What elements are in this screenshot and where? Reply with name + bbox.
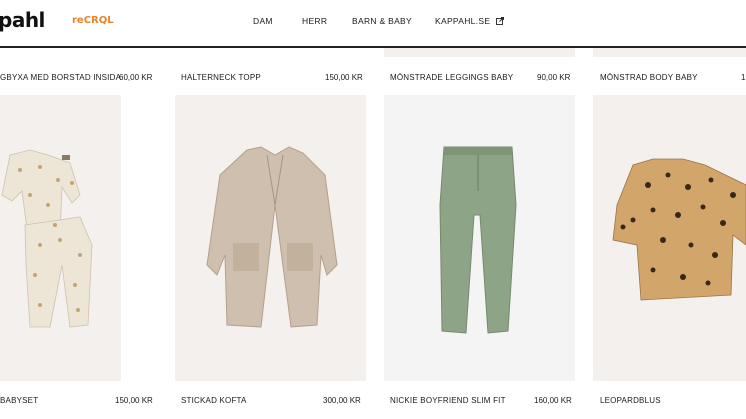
product-name[interactable]: STICKAD KOFTA	[181, 396, 247, 405]
product-name[interactable]: MÖNSTRAD BODY BABY	[600, 73, 698, 82]
product-price: 150,00 KR	[115, 396, 153, 405]
product-price: 60,00 KR	[119, 73, 153, 82]
nav-barn-baby[interactable]: BARN & BABY	[352, 16, 412, 26]
product-name[interactable]: LEOPARDBLUS	[600, 396, 661, 405]
product-name[interactable]: GBYXA MED BORSTAD INSIDA	[0, 73, 121, 82]
product-image[interactable]	[0, 95, 121, 381]
cardigan-image	[206, 146, 338, 328]
nav-herr[interactable]: HERR	[302, 16, 327, 26]
product-image[interactable]	[384, 95, 575, 381]
product-name[interactable]: BABYSET	[0, 396, 38, 405]
product-price: 1	[741, 73, 746, 82]
logo-recral[interactable]: reCRQL	[72, 15, 114, 26]
product-price: 160,00 KR	[534, 396, 572, 405]
product-image[interactable]	[593, 95, 746, 381]
trousers-image	[439, 146, 517, 334]
site-header: pahl reCRQL DAM HERR BARN & BABY KAPPAHL…	[0, 0, 746, 48]
nav-kappahl-label: KAPPAHL.SE	[435, 16, 491, 26]
babyset-image	[1, 149, 93, 328]
product-name[interactable]: MÖNSTRADE LEGGINGS BABY	[390, 73, 513, 82]
product-price: 90,00 KR	[537, 73, 571, 82]
product-image[interactable]	[175, 95, 366, 381]
nav-kappahl[interactable]: KAPPAHL.SE	[435, 16, 505, 27]
logo[interactable]: pahl	[0, 8, 45, 32]
product-price: 300,00 KR	[323, 396, 361, 405]
product-name[interactable]: NICKIE BOYFRIEND SLIM FIT	[390, 396, 506, 405]
nav-dam[interactable]: DAM	[253, 16, 273, 26]
product-price: 150,00 KR	[325, 73, 363, 82]
product-name[interactable]: HALTERNECK TOPP	[181, 73, 261, 82]
leopard-blouse-image	[612, 158, 746, 301]
external-link-icon	[496, 17, 505, 27]
